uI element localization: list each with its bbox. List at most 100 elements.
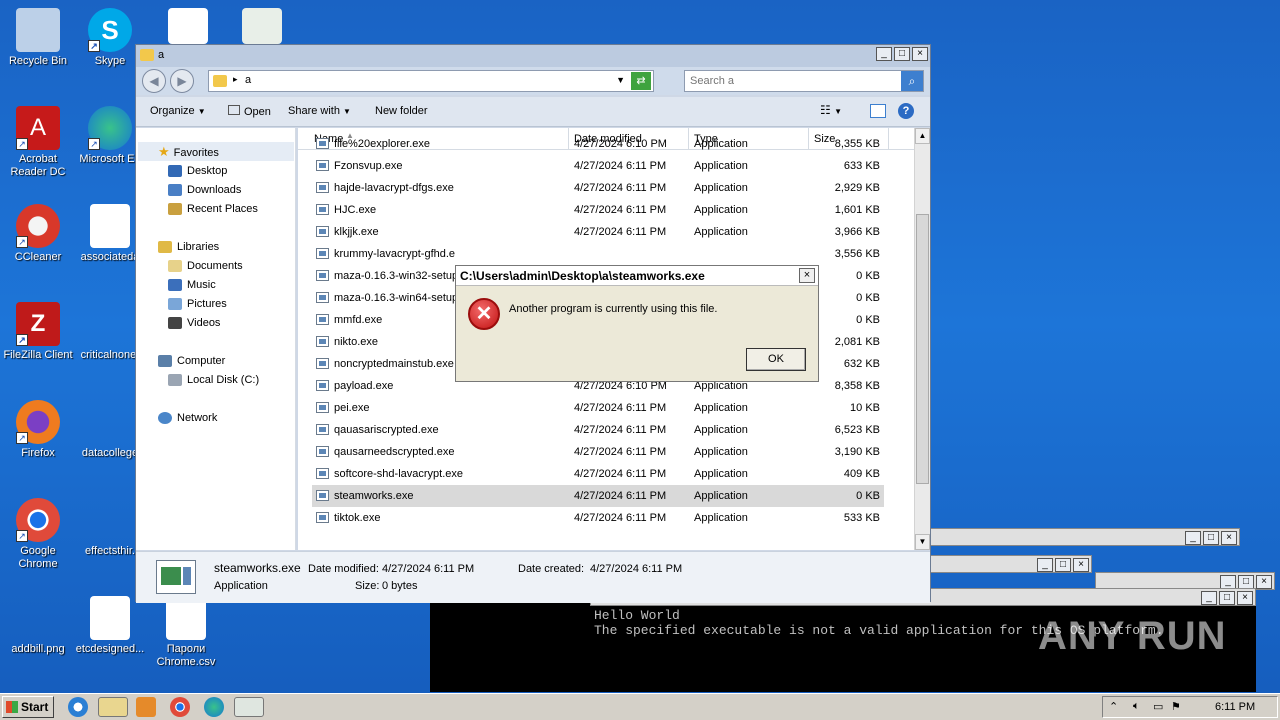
view-options-icon[interactable]: ☷ ▼ <box>820 103 842 117</box>
nav-network[interactable]: Network <box>158 410 217 426</box>
desktop-icon-passwords-csv[interactable]: Пароли Chrome.csv <box>148 596 224 669</box>
nav-videos[interactable]: Videos <box>168 315 220 331</box>
nav-recent-places[interactable]: Recent Places <box>168 201 258 217</box>
flag-icon[interactable]: ⚑ <box>1171 700 1181 713</box>
desktop-icon-filezilla[interactable]: Z ↗ FileZilla Client <box>0 302 76 362</box>
file-row[interactable]: HJC.exe 4/27/2024 6:11 PM Application 1,601… <box>312 199 884 221</box>
desktop-icon-addbill[interactable]: addbill.png <box>0 596 76 656</box>
edge-icon: ↗ <box>88 106 132 150</box>
background-window-1[interactable]: _ □ × <box>930 528 1240 546</box>
nav-music[interactable]: Music <box>168 277 216 293</box>
close-icon[interactable]: × <box>1256 575 1272 589</box>
clock[interactable]: 6:11 PM <box>1215 701 1255 713</box>
application-icon <box>316 424 329 435</box>
organize-button[interactable]: Organize ▼ <box>150 105 206 117</box>
search-input[interactable] <box>685 71 897 91</box>
column-separator[interactable] <box>888 128 889 150</box>
file-row[interactable]: tiktok.exe 4/27/2024 6:11 PM Application 53… <box>312 507 884 529</box>
preview-pane-icon[interactable] <box>870 104 886 118</box>
share-with-button[interactable]: Share with ▼ <box>288 105 351 117</box>
desktop-icon-etcdesigned[interactable]: etcdesigned... <box>72 596 148 656</box>
address-bar[interactable]: ▸ a ▼ ⇄ <box>208 70 654 92</box>
new-folder-button[interactable]: New folder <box>375 105 428 117</box>
close-icon[interactable]: × <box>1221 531 1237 545</box>
app-taskbar-icon[interactable] <box>234 697 264 717</box>
file-row[interactable]: Fzonsvup.exe 4/27/2024 6:11 PM Application… <box>312 155 884 177</box>
address-dropdown-icon[interactable]: ▼ <box>616 75 625 85</box>
organize-label: Organize <box>150 105 195 117</box>
nav-label: Pictures <box>187 298 227 310</box>
nav-libraries[interactable]: Libraries <box>158 239 219 255</box>
nav-desktop[interactable]: Desktop <box>168 163 227 179</box>
file-size: 6,523 KB <box>834 424 880 436</box>
desktop-icon-acrobat[interactable]: A ↗ Acrobat Reader DC <box>0 106 76 179</box>
blank-file-icon <box>88 302 132 346</box>
desktop-icon-recycle-bin[interactable]: Recycle Bin <box>0 8 76 68</box>
scroll-down-arrow-icon[interactable]: ▼ <box>915 534 930 550</box>
console-window-back[interactable] <box>430 600 596 692</box>
nav-computer[interactable]: Computer <box>158 353 225 369</box>
file-row[interactable]: krummy-lavacrypt-gfhd.e 3,556 KB <box>312 243 884 265</box>
maximize-icon[interactable]: □ <box>1203 531 1219 545</box>
file-row[interactable]: pei.exe 4/27/2024 6:11 PM Application 10 KB <box>312 397 884 419</box>
explorer-titlebar[interactable]: a _ □ × <box>136 45 930 67</box>
nav-local-disk[interactable]: Local Disk (C:) <box>168 372 259 388</box>
minimize-icon[interactable]: _ <box>1037 558 1053 572</box>
close-icon[interactable]: × <box>1237 591 1253 605</box>
file-row[interactable]: qausarneedscrypted.exe 4/27/2024 6:11 PM A… <box>312 441 884 463</box>
file-row[interactable]: hajde-lavacrypt-dfgs.exe 4/27/2024 6:11 P… <box>312 177 884 199</box>
back-button[interactable]: ◀ <box>142 69 166 93</box>
forward-button[interactable]: ▶ <box>170 69 194 93</box>
media-player-taskbar-icon[interactable] <box>136 697 156 717</box>
volume-icon[interactable]: 🔈︎ <box>1133 700 1140 713</box>
search-box[interactable]: ⌕ <box>684 70 924 92</box>
dialog-titlebar[interactable]: C:\Users\admin\Desktop\a\steamworks.exe … <box>456 266 818 286</box>
chrome-taskbar-icon[interactable] <box>170 697 190 717</box>
refresh-icon[interactable]: ⇄ <box>631 72 651 90</box>
error-dialog[interactable]: C:\Users\admin\Desktop\a\steamworks.exe … <box>455 265 819 382</box>
edge-taskbar-icon[interactable] <box>204 697 224 717</box>
maximize-button[interactable]: □ <box>894 47 910 61</box>
ie-taskbar-icon[interactable] <box>68 697 88 717</box>
file-row[interactable]: file%20explorer.exe 4/27/2024 6:10 PM Appl… <box>312 133 884 155</box>
nav-documents[interactable]: Documents <box>168 258 243 274</box>
minimize-icon[interactable]: _ <box>1220 575 1236 589</box>
scroll-thumb[interactable] <box>916 214 929 484</box>
desktop-icon-chrome[interactable]: ↗ Google Chrome <box>0 498 76 571</box>
nav-favorites[interactable]: ★ Favorites <box>158 144 219 160</box>
minimize-icon[interactable]: _ <box>1185 531 1201 545</box>
minimize-button[interactable]: _ <box>876 47 892 61</box>
file-row[interactable]: softcore-shd-lavacrypt.exe 4/27/2024 6:11… <box>312 463 884 485</box>
file-row[interactable]: qauasariscrypted.exe 4/27/2024 6:11 PM App… <box>312 419 884 441</box>
show-hidden-icons-icon[interactable]: ⌃ <box>1109 700 1118 713</box>
minimize-icon[interactable]: _ <box>1201 591 1217 605</box>
window-title: a <box>158 49 165 61</box>
nav-downloads[interactable]: Downloads <box>168 182 241 198</box>
help-icon[interactable]: ? <box>898 103 914 119</box>
vertical-scrollbar[interactable]: ▲ ▼ <box>914 128 930 550</box>
desktop-icon-word-doc[interactable] <box>150 8 226 47</box>
desktop-icon-firefox[interactable]: ↗ Firefox <box>0 400 76 460</box>
open-button[interactable]: Open <box>228 105 271 118</box>
libraries-icon <box>158 241 172 254</box>
desktop-icon-ccleaner[interactable]: ↗ CCleaner <box>0 204 76 264</box>
word-document-icon <box>168 8 208 44</box>
network-tray-icon[interactable]: ▭ <box>1153 700 1163 713</box>
close-button[interactable]: × <box>912 47 928 61</box>
background-window-2[interactable]: _ □ × <box>930 555 1092 573</box>
application-icon <box>316 468 329 479</box>
file-row[interactable]: steamworks.exe 4/27/2024 6:11 PM Applicati… <box>312 485 884 507</box>
ok-button[interactable]: OK <box>746 348 806 371</box>
scroll-up-arrow-icon[interactable]: ▲ <box>915 128 930 144</box>
desktop-icon-image[interactable] <box>224 8 300 47</box>
maximize-icon[interactable]: □ <box>1238 575 1254 589</box>
dialog-close-button[interactable]: × <box>799 268 815 283</box>
explorer-taskbar-icon[interactable] <box>98 697 128 717</box>
close-icon[interactable]: × <box>1073 558 1089 572</box>
search-icon[interactable]: ⌕ <box>901 71 923 91</box>
maximize-icon[interactable]: □ <box>1055 558 1071 572</box>
nav-pictures[interactable]: Pictures <box>168 296 227 312</box>
maximize-icon[interactable]: □ <box>1219 591 1235 605</box>
start-button[interactable]: Start <box>2 696 54 718</box>
file-row[interactable]: klkjjk.exe 4/27/2024 6:11 PM Application 3,… <box>312 221 884 243</box>
